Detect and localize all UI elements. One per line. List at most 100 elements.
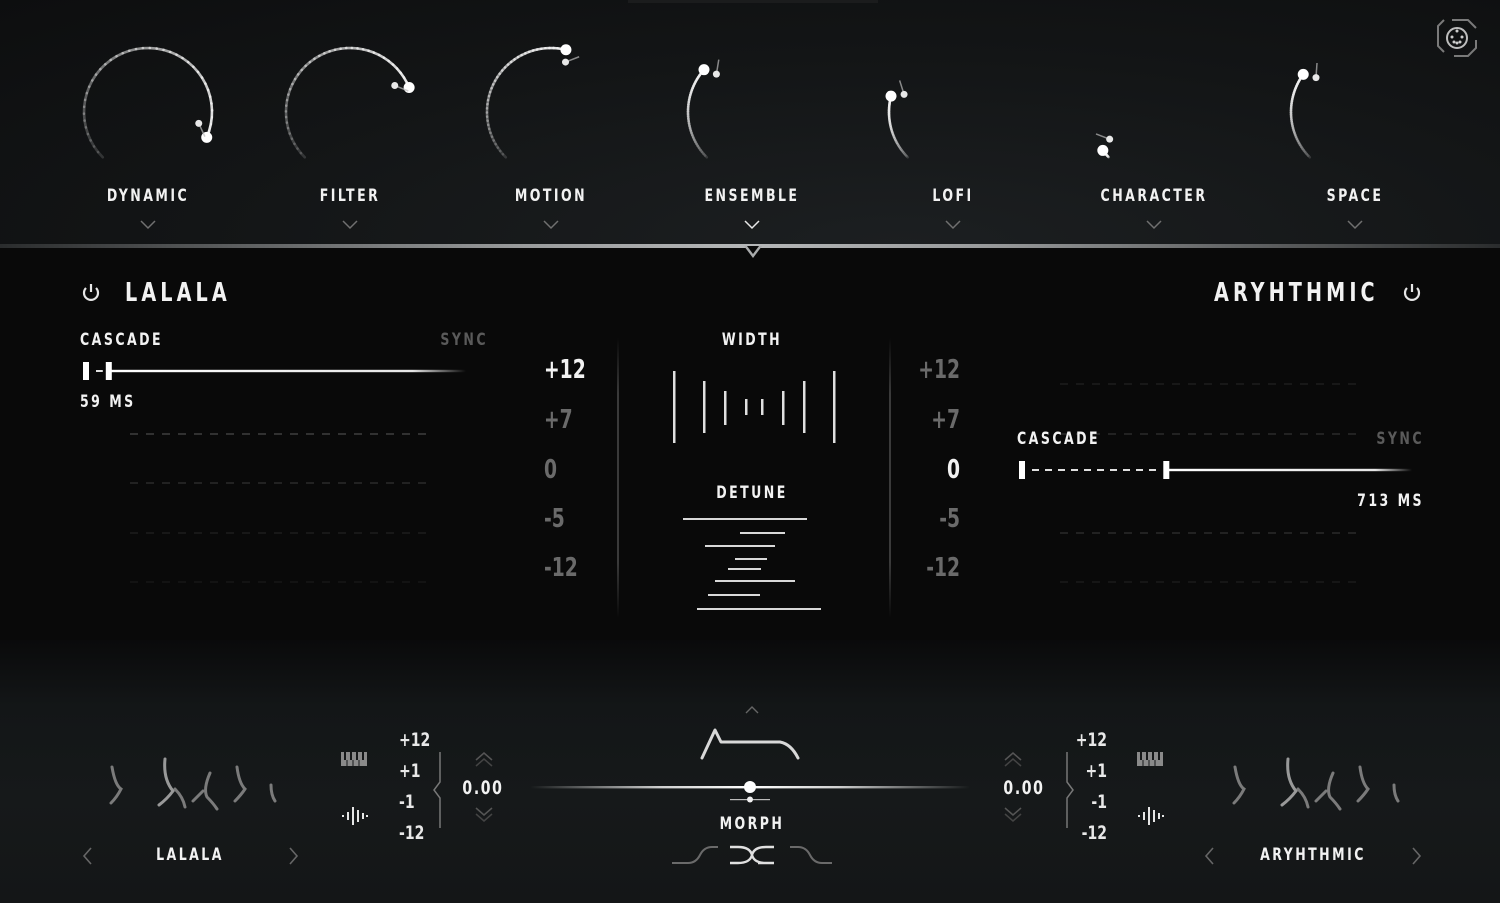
morph-slider[interactable] xyxy=(530,776,970,810)
morph-expand-button[interactable] xyxy=(742,700,762,714)
transpose-step[interactable]: +1 xyxy=(399,760,432,782)
right-layer-power-button[interactable] xyxy=(1401,282,1425,306)
left-value-up-button[interactable] xyxy=(474,752,494,768)
right-preset-name[interactable]: ARYHTHMIC xyxy=(1252,845,1375,865)
knob-label: FILTER xyxy=(319,186,381,206)
right-layer-name: ARYHTHMIC xyxy=(1214,278,1379,308)
left-cascade-track xyxy=(83,362,467,380)
knob-arc xyxy=(485,44,580,159)
cascade-start-handle xyxy=(1019,461,1025,479)
chevron-down-icon xyxy=(1146,220,1162,230)
knob-mod-handle xyxy=(712,70,720,78)
knob-expand-button[interactable] xyxy=(541,216,561,230)
transpose-step[interactable]: -12 xyxy=(399,822,432,844)
knob-handle xyxy=(885,90,897,102)
pitch-option[interactable]: +12 xyxy=(544,355,592,385)
chevron-down-icon xyxy=(945,220,961,230)
envelope-shape-icon xyxy=(700,728,800,760)
pitch-option[interactable]: +12 xyxy=(912,355,960,385)
knob-expand-button[interactable] xyxy=(1144,216,1164,230)
left-cascade-value: 59 MS xyxy=(80,392,136,412)
knob-handle xyxy=(1097,144,1109,156)
pitch-option[interactable]: -5 xyxy=(912,504,960,534)
transpose-step[interactable]: -1 xyxy=(1074,791,1107,813)
transpose-step[interactable]: -12 xyxy=(1074,822,1107,844)
settings-button[interactable] xyxy=(1430,16,1482,64)
right-prev-preset-button[interactable] xyxy=(1200,843,1220,869)
knob-arc xyxy=(885,80,910,159)
right-next-preset-button[interactable] xyxy=(1406,843,1426,869)
knob-lofi[interactable] xyxy=(873,30,1033,180)
knob-mod-handle xyxy=(900,90,908,98)
knob-mod-handle xyxy=(1106,135,1114,143)
pitch-option[interactable]: 0 xyxy=(912,455,960,485)
knob-mod-handle xyxy=(562,58,570,66)
gridline xyxy=(130,519,430,534)
morph-sub-handle xyxy=(747,796,753,803)
chevron-down-icon xyxy=(342,220,358,230)
gridline xyxy=(130,469,430,484)
left-waveform-mode-button[interactable] xyxy=(340,805,370,827)
cascade-end-handle xyxy=(1163,461,1170,479)
knob-dynamic[interactable] xyxy=(68,30,228,180)
detune-control[interactable] xyxy=(675,512,835,617)
knob-arc xyxy=(1095,133,1114,159)
width-label: WIDTH xyxy=(721,330,783,350)
left-value-down-button[interactable] xyxy=(474,806,494,822)
double-chevron-up-icon xyxy=(475,752,493,767)
pitch-option[interactable]: +7 xyxy=(912,405,960,435)
gridline xyxy=(1060,568,1360,583)
pitch-option[interactable]: -12 xyxy=(912,553,960,583)
left-prev-preset-button[interactable] xyxy=(78,843,98,869)
knob-handle xyxy=(698,64,710,76)
right-keyboard-mode-button[interactable] xyxy=(1136,750,1166,768)
pitch-option[interactable]: 0 xyxy=(544,455,592,485)
knob-expand-button[interactable] xyxy=(742,216,762,230)
pitch-option[interactable]: +7 xyxy=(544,405,592,435)
transpose-step[interactable]: -1 xyxy=(399,791,432,813)
pitch-option[interactable]: -12 xyxy=(544,553,592,583)
gridline xyxy=(130,568,430,583)
width-control[interactable] xyxy=(660,365,845,450)
left-preset-name[interactable]: LALALA xyxy=(133,845,248,865)
gridline xyxy=(130,420,430,435)
left-sync-button[interactable]: SYNC xyxy=(424,330,488,350)
knob-motion[interactable] xyxy=(471,30,631,180)
knob-expand-button[interactable] xyxy=(1345,216,1365,230)
detune-line xyxy=(740,532,785,534)
knob-expand-button[interactable] xyxy=(138,216,158,230)
right-cascade-slider[interactable] xyxy=(1016,457,1426,483)
knob-expand-button[interactable] xyxy=(943,216,963,230)
left-cascade-slider[interactable] xyxy=(80,358,480,384)
knob-expand-button[interactable] xyxy=(340,216,360,230)
right-transpose-value[interactable]: 0.00 xyxy=(1001,777,1047,799)
right-waveform-mode-button[interactable] xyxy=(1136,805,1166,827)
morph-curve-selector[interactable] xyxy=(670,843,835,867)
chevron-down-icon xyxy=(1347,220,1363,230)
pitch-option[interactable]: -5 xyxy=(544,504,592,534)
knob-ensemble[interactable] xyxy=(672,30,832,180)
knob-character[interactable] xyxy=(1074,30,1234,180)
transpose-step[interactable]: +12 xyxy=(1074,729,1107,751)
detune-line xyxy=(697,608,821,610)
detune-line xyxy=(705,545,775,547)
left-transpose-value[interactable]: 0.00 xyxy=(460,777,506,799)
detune-visualizer xyxy=(683,518,821,610)
left-layer-name: LALALA xyxy=(125,278,231,308)
knob-space[interactable] xyxy=(1275,30,1435,180)
right-cascade-label: CASCADE xyxy=(1017,429,1101,449)
left-layer-power-button[interactable] xyxy=(80,282,104,306)
double-chevron-up-icon xyxy=(1004,752,1022,767)
detune-line xyxy=(735,558,767,560)
right-value-up-button[interactable] xyxy=(1003,752,1023,768)
transpose-step[interactable]: +12 xyxy=(399,729,432,751)
left-next-preset-button[interactable] xyxy=(283,843,303,869)
knob-filter[interactable] xyxy=(270,30,430,180)
right-value-down-button[interactable] xyxy=(1003,806,1023,822)
figures-artwork-icon xyxy=(1232,757,1400,811)
right-sync-button[interactable]: SYNC xyxy=(1360,429,1424,449)
chevron-left-icon xyxy=(82,847,92,865)
transpose-step[interactable]: +1 xyxy=(1074,760,1107,782)
left-keyboard-mode-button[interactable] xyxy=(340,750,370,768)
width-bar xyxy=(833,371,836,443)
